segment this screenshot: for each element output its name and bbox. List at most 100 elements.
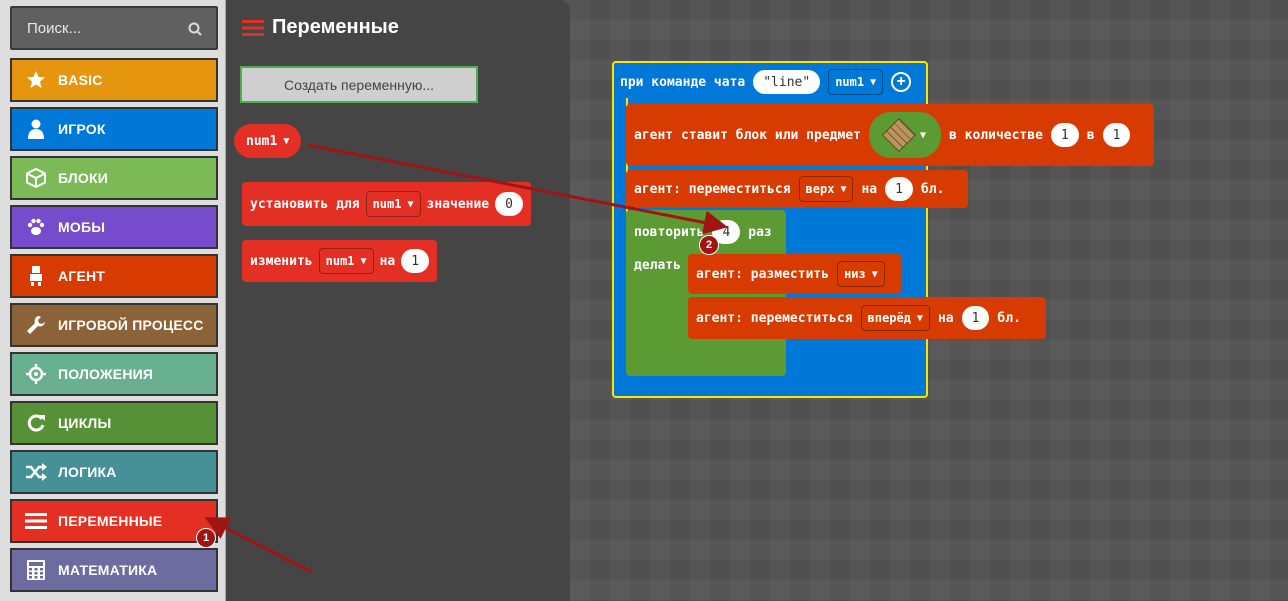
variable-dropdown[interactable]: num1 ▼ <box>365 191 421 217</box>
command-input[interactable]: "line" <box>753 70 821 94</box>
category-gameplay[interactable]: ИГРОВОЙ ПРОЦЕСС <box>10 303 218 347</box>
category-label: ПОЛОЖЕНИЯ <box>58 366 154 382</box>
block-text: на <box>861 181 878 197</box>
block-text: значение <box>426 196 490 212</box>
chevron-down-icon: ▼ <box>407 198 414 210</box>
chevron-down-icon[interactable]: ▼ <box>283 136 289 147</box>
flyout-header: Переменные <box>242 16 399 39</box>
dropdown-value: верх <box>805 182 835 196</box>
block-text: в <box>1086 127 1095 143</box>
block-text: раз <box>748 224 772 240</box>
block-text: бл. <box>920 181 945 197</box>
calculator-icon <box>24 558 48 582</box>
value-input[interactable]: 0 <box>495 192 523 216</box>
category-logic[interactable]: ЛОГИКА <box>10 450 218 494</box>
category-variables[interactable]: ПЕРЕМЕННЫЕ <box>10 499 218 543</box>
toolbox: BASIC ИГРОК БЛОКИ МОБЫ АГЕНТ ИГРОВОЙ ПРО… <box>0 0 226 601</box>
category-label: ПЕРЕМЕННЫЕ <box>58 513 163 529</box>
category-label: МОБЫ <box>58 219 106 235</box>
change-variable-block[interactable]: изменить num1 ▼ на 1 <box>242 240 438 282</box>
variable-dropdown[interactable]: num1 ▼ <box>318 248 374 274</box>
chevron-down-icon: ▼ <box>360 255 367 267</box>
variable-name: num1 <box>246 133 278 149</box>
block-text: повторить <box>634 224 705 240</box>
distance-input[interactable]: 1 <box>961 306 990 330</box>
category-label: АГЕНТ <box>58 268 106 284</box>
block-text: изменить <box>250 253 313 269</box>
category-agent[interactable]: АГЕНТ <box>10 254 218 298</box>
block-text: на <box>379 253 396 269</box>
block-text: при команде чата <box>620 74 746 90</box>
parameter-dropdown[interactable]: num1 ▼ <box>828 69 884 95</box>
category-label: ИГРОК <box>58 121 106 137</box>
annotation-badge: 1 <box>196 528 216 548</box>
list-icon <box>24 509 48 533</box>
chevron-down-icon: ▼ <box>840 183 847 195</box>
amount-input[interactable]: 1 <box>1050 123 1079 147</box>
category-math[interactable]: МАТЕМАТИКА <box>10 548 218 592</box>
star-icon <box>24 68 48 92</box>
add-parameter-icon[interactable]: + <box>891 72 912 92</box>
category-label: БЛОКИ <box>58 170 109 186</box>
block-text: агент: разместить <box>696 266 830 282</box>
dropdown-value: num1 <box>372 197 402 211</box>
dropdown-value: num1 <box>835 75 865 89</box>
category-positions[interactable]: ПОЛОЖЕНИЯ <box>10 352 218 396</box>
category-label: ИГРОВОЙ ПРОЦЕСС <box>58 317 204 333</box>
category-label: ЦИКЛЫ <box>58 415 112 431</box>
agent-icon <box>24 264 48 288</box>
wrench-icon <box>24 313 48 337</box>
category-basic[interactable]: BASIC <box>10 58 218 102</box>
chevron-down-icon: ▼ <box>871 268 878 280</box>
agent-place-block[interactable]: агент ставит блок или предмет ▼ в количе… <box>626 104 1154 166</box>
dropdown-value: низ <box>844 267 866 281</box>
block-text: агент ставит блок или предмет <box>634 127 861 143</box>
create-variable-button[interactable]: Создать переменную... <box>240 66 478 103</box>
direction-dropdown[interactable]: вперёд ▼ <box>860 305 930 331</box>
category-label: BASIC <box>58 72 103 88</box>
category-player[interactable]: ИГРОК <box>10 107 218 151</box>
cube-icon <box>24 166 48 190</box>
block-text: агент: переместиться <box>696 310 853 326</box>
flyout-title: Переменные <box>272 16 399 38</box>
annotation-badge: 2 <box>699 235 719 255</box>
repeat-do-label: делать <box>634 257 681 273</box>
crosshair-icon <box>24 362 48 386</box>
category-label: МАТЕМАТИКА <box>58 562 158 578</box>
category-loops[interactable]: ЦИКЛЫ <box>10 401 218 445</box>
block-picker[interactable]: ▼ <box>868 112 941 158</box>
block-text: агент: переместиться <box>634 181 791 197</box>
loop-icon <box>24 411 48 435</box>
event-header: при команде чата "line" num1 ▼ + <box>620 67 912 97</box>
dropdown-value: вперёд <box>867 311 911 325</box>
category-blocks[interactable]: БЛОКИ <box>10 156 218 200</box>
search-input[interactable] <box>12 8 216 48</box>
paw-icon <box>24 215 48 239</box>
agent-place-direction-block[interactable]: агент: разместить низ ▼ <box>688 254 901 294</box>
search-box <box>10 6 218 50</box>
person-icon <box>24 117 48 141</box>
direction-dropdown[interactable]: верх ▼ <box>798 176 854 202</box>
agent-move-block[interactable]: агент: переместиться верх ▼ на 1 бл. <box>626 170 968 208</box>
direction-dropdown[interactable]: низ ▼ <box>837 261 885 287</box>
block-text: на <box>937 310 954 326</box>
category-label: ЛОГИКА <box>58 464 117 480</box>
value-input[interactable]: 1 <box>401 249 430 273</box>
variable-reporter-block[interactable]: num1 ▼ <box>234 124 302 158</box>
block-text: бл. <box>997 310 1021 326</box>
chevron-down-icon: ▼ <box>870 76 877 88</box>
chevron-down-icon: ▼ <box>919 129 926 141</box>
chevron-down-icon: ▼ <box>916 312 923 324</box>
agent-move-forward-block[interactable]: агент: переместиться вперёд ▼ на 1 бл. <box>688 297 1046 339</box>
search-icon[interactable] <box>188 22 202 36</box>
flyout-panel: Переменные Создать переменную... num1 ▼ … <box>226 0 570 601</box>
slot-input[interactable]: 1 <box>1102 123 1131 147</box>
distance-input[interactable]: 1 <box>885 177 913 201</box>
list-icon <box>242 19 264 36</box>
oak-planks-icon <box>881 118 916 152</box>
block-text: установить для <box>250 196 360 212</box>
set-variable-block[interactable]: установить для num1 ▼ значение 0 <box>242 182 531 226</box>
category-mobs[interactable]: МОБЫ <box>10 205 218 249</box>
block-text: в количестве <box>948 127 1043 143</box>
shuffle-icon <box>24 460 48 484</box>
